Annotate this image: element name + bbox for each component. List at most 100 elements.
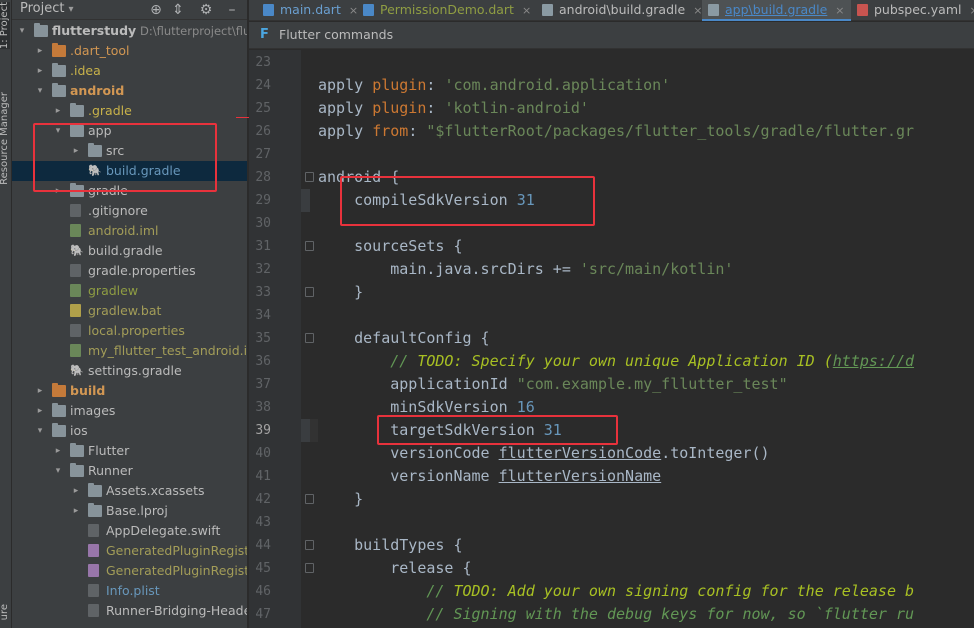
tree-item-label: android.iml	[88, 223, 159, 238]
tree-item[interactable]: local.properties	[12, 321, 247, 341]
tree-item[interactable]: gradlew	[12, 281, 247, 301]
editor-tab[interactable]: PermissionDemo.dart ×	[357, 0, 536, 21]
line-number: 25	[255, 101, 271, 116]
project-view-selector[interactable]: Project ▾	[20, 1, 74, 16]
code-token: "$flutterRoot/packages/flutter_tools/gra…	[426, 122, 915, 140]
tree-item[interactable]: ▸ .dart_tool	[12, 41, 247, 61]
chevron-down-icon[interactable]: ▾	[34, 81, 46, 101]
tree-item[interactable]: android.iml	[12, 221, 247, 241]
collapse-icon[interactable]: ⇕	[170, 0, 186, 20]
project-panel: Project ▾ ⊕ ⇕ ⚙ – ▾ flutterstudy D:\flutterpro…	[12, 0, 247, 628]
tree-item[interactable]: gradle.properties	[12, 261, 247, 281]
chevron-right-icon[interactable]: ▸	[34, 41, 46, 61]
tree-item-label: local.properties	[88, 323, 185, 338]
fold-toggle-icon[interactable]	[305, 241, 314, 251]
fold-toggle-icon[interactable]	[305, 563, 314, 573]
tree-item-label: Assets.xcassets	[106, 483, 205, 498]
locate-icon[interactable]: ⊕	[148, 0, 164, 20]
file-icon	[88, 564, 99, 577]
file-icon	[88, 584, 99, 597]
hide-icon[interactable]: –	[224, 0, 240, 20]
line-number: 47	[255, 607, 271, 622]
tree-item[interactable]: ▾ Runner	[12, 461, 247, 481]
flutter-commands-link[interactable]: Flutter commands	[279, 27, 393, 42]
code-line: // TODO: Add your own signing config for…	[318, 580, 914, 603]
fold-toggle-icon[interactable]	[305, 494, 314, 504]
tree-item-label: gradle.properties	[88, 263, 196, 278]
fold-toggle-icon[interactable]	[305, 172, 314, 182]
line-number: 34	[255, 308, 271, 323]
chevron-right-icon[interactable]: ▸	[52, 441, 64, 461]
tree-item[interactable]: ▸ Base.lproj	[12, 501, 247, 521]
folder-icon	[52, 63, 66, 77]
chevron-right-icon[interactable]: ▸	[34, 61, 46, 81]
fold-toggle-icon[interactable]	[305, 540, 314, 550]
highlight-box-target-sdk	[377, 415, 618, 445]
tree-item[interactable]: GeneratedPluginRegistrant.h	[12, 541, 247, 561]
file-type-icon	[857, 4, 868, 16]
chevron-right-icon[interactable]: ▸	[34, 401, 46, 421]
tree-item-label: build.gradle	[88, 243, 163, 258]
tree-item[interactable]: ▸ build	[12, 381, 247, 401]
tree-item[interactable]: AppDelegate.swift	[12, 521, 247, 541]
fold-toggle-icon[interactable]	[305, 333, 314, 343]
chevron-down-icon[interactable]: ▾	[34, 421, 46, 441]
close-icon[interactable]: ×	[835, 4, 844, 17]
tree-item[interactable]: gradlew.bat	[12, 301, 247, 321]
file-icon	[70, 284, 81, 297]
tree-item[interactable]: ▸ Assets.xcassets	[12, 481, 247, 501]
flutter-icon: F	[260, 27, 269, 42]
editor-tab[interactable]: app\build.gradle ×	[702, 0, 851, 21]
tree-item[interactable]: GeneratedPluginRegistrant.m	[12, 561, 247, 581]
code-line: release {	[318, 557, 471, 580]
tree-item[interactable]: my_fllutter_test_android.iml	[12, 341, 247, 361]
tree-item-label: .gitignore	[88, 203, 148, 218]
gutter-marker	[301, 419, 310, 442]
tree-item[interactable]: ▾ flutterstudyD:\flutterproject\flutters	[12, 21, 247, 41]
structure-tool-tab[interactable]: ure	[0, 604, 10, 620]
line-number: 44	[255, 538, 271, 553]
code-token: apply	[318, 122, 373, 140]
chevron-right-icon[interactable]: ▸	[70, 481, 82, 501]
code-token: applicationId	[318, 375, 517, 393]
code-token: versionCode	[318, 444, 499, 462]
tree-item[interactable]: Info.plist	[12, 581, 247, 601]
tree-item[interactable]: ▾ android	[12, 81, 247, 101]
chevron-right-icon[interactable]: ▸	[34, 381, 46, 401]
editor-tab[interactable]: android\build.gradle ×	[536, 0, 702, 21]
resource-manager-tool-tab[interactable]: Resource Manager	[0, 92, 10, 185]
gutter-marker	[301, 189, 310, 212]
file-icon	[70, 324, 81, 337]
tree-item[interactable]: ▸ .idea	[12, 61, 247, 81]
project-toolbar: Project ▾ ⊕ ⇕ ⚙ –	[12, 0, 247, 20]
tree-item[interactable]: ▸ images	[12, 401, 247, 421]
tree-item[interactable]: ▾ ios	[12, 421, 247, 441]
project-tree: ▾ flutterstudyD:\flutterproject\flutters ▸…	[12, 21, 247, 621]
line-number: 31	[255, 239, 271, 254]
chevron-down-icon[interactable]: ▾	[16, 21, 28, 41]
code-token: }	[318, 490, 364, 508]
line-number: 26	[255, 124, 271, 139]
tab-label: main.dart	[280, 2, 341, 17]
tree-item[interactable]: .gitignore	[12, 201, 247, 221]
editor-tab[interactable]: pubspec.yaml ×	[851, 0, 974, 21]
code-editor[interactable]: apply plugin: 'com.android.application' a…	[318, 50, 974, 628]
project-tool-tab[interactable]: 1: Project	[0, 2, 10, 50]
close-icon[interactable]: ×	[969, 4, 974, 17]
editor-tab[interactable]: main.dart ×	[257, 0, 358, 21]
gear-icon[interactable]: ⚙	[198, 0, 214, 20]
line-number: 39	[255, 423, 271, 438]
tree-item[interactable]: ▸ .gradle	[12, 101, 247, 121]
tree-item[interactable]: Runner-Bridging-Header.h	[12, 601, 247, 621]
chevron-right-icon[interactable]: ▸	[52, 101, 64, 121]
code-token: 16	[516, 398, 535, 416]
close-icon[interactable]: ×	[522, 4, 531, 17]
fold-toggle-icon[interactable]	[305, 287, 314, 297]
tree-item[interactable]: ▸ Flutter	[12, 441, 247, 461]
chevron-down-icon[interactable]: ▾	[52, 461, 64, 481]
chevron-right-icon[interactable]: ▸	[70, 501, 82, 521]
tree-item[interactable]: 🐘 build.gradle	[12, 241, 247, 261]
file-icon	[70, 204, 81, 217]
tree-item[interactable]: 🐘 settings.gradle	[12, 361, 247, 381]
line-number: 38	[255, 400, 271, 415]
